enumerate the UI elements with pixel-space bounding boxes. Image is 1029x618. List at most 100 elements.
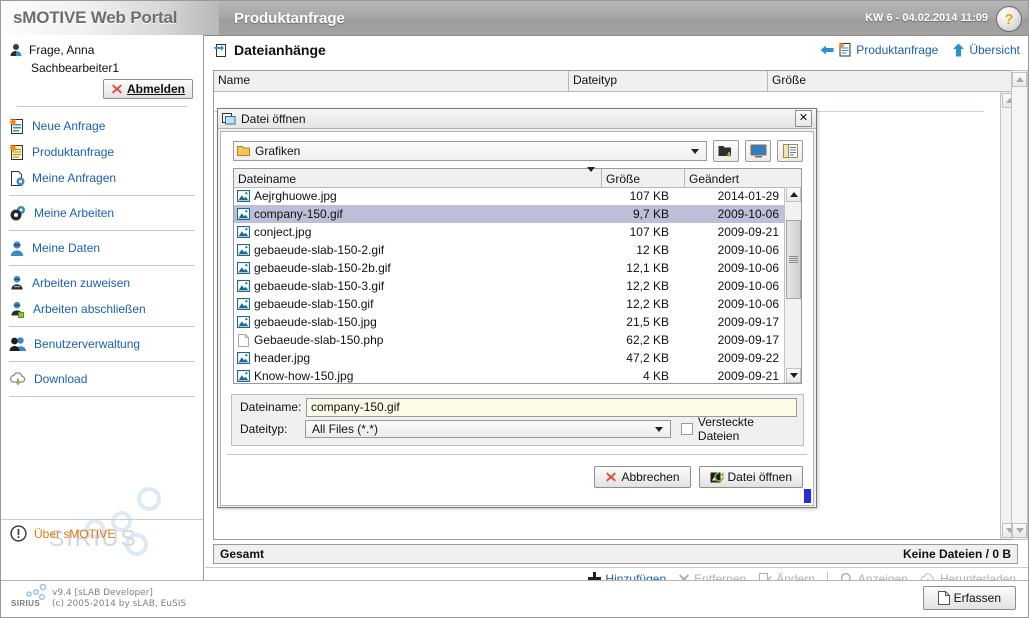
scrollbar-thumb[interactable] (786, 220, 801, 299)
file-list-item[interactable]: gebaeude-slab-150.jpg 21,5 KB 2009-09-17 (234, 313, 785, 331)
scroll-down-button[interactable] (1012, 523, 1027, 538)
brand-area: sMOTIVE Web Portal (1, 1, 219, 35)
main-scrollbar[interactable] (1011, 70, 1028, 540)
filename-input[interactable]: company-150.gif (306, 397, 797, 417)
new-folder-button[interactable] (713, 140, 739, 162)
sidebar-item-arbeiten-abschliessen[interactable]: Arbeiten abschließen (1, 296, 203, 322)
assign-work-icon (9, 275, 25, 292)
sidebar-item-produktanfrage[interactable]: Produktanfrage (1, 139, 203, 165)
version-info: v9.4 [sLAB Developer] (c) 2005-2014 by s… (52, 588, 186, 610)
folder-select[interactable]: Grafiken (233, 141, 707, 161)
file-list-scrollbar[interactable] (784, 187, 801, 383)
attachments-icon (213, 43, 228, 58)
breadcrumb: Produktanfrage Übersicht (820, 42, 1020, 57)
column-header-groesse[interactable]: Größe (602, 169, 685, 187)
file-modified: 2009-09-22 (717, 351, 779, 365)
filetype-select[interactable]: All Files (*.*) (304, 420, 672, 438)
resize-handle[interactable] (804, 489, 811, 503)
image-file-icon (237, 244, 250, 256)
chevron-down-icon[interactable] (651, 420, 667, 438)
file-list-item[interactable]: gebaeude-slab-150-2.gif 12 KB 2009-10-06 (234, 241, 785, 259)
breadcrumb-label: Produktanfrage (856, 42, 939, 57)
column-header-name[interactable]: Name (214, 71, 569, 91)
help-button[interactable]: ? (996, 6, 1022, 32)
user-info: Frage, Anna Sachbearbeiter1 Abmelden (1, 35, 203, 107)
sidebar-item-label: Arbeiten zuweisen (32, 276, 131, 290)
file-list-body[interactable]: Aejrghuowe.jpg 107 KB 2014-01-29 company-15… (234, 187, 785, 383)
user-name: Frage, Anna (29, 42, 95, 57)
cancel-button[interactable]: Abbrechen (594, 466, 691, 488)
totals-value: Keine Dateien / 0 B (902, 547, 1011, 561)
column-header-geaendert[interactable]: Geändert (685, 169, 785, 187)
erfassen-button[interactable]: Erfassen (922, 586, 1016, 610)
filetype-value: All Files (*.*) (311, 422, 378, 436)
column-header-dateityp[interactable]: Dateityp (569, 71, 768, 91)
dialog-buttons: Abbrechen Datei öffnen (594, 466, 803, 488)
file-list-item[interactable]: gebaeude-slab-150.gif 12,2 KB 2009-10-06 (234, 295, 785, 313)
sidebar-item-neue-anfrage[interactable]: Neue Anfrage (1, 113, 203, 139)
column-header-groesse[interactable]: Größe (768, 71, 1017, 91)
file-list-item[interactable]: company-150.gif 9,7 KB 2009-10-06 (234, 205, 785, 223)
table-header-row: Name Dateityp Größe (214, 71, 1017, 92)
file-list-item[interactable]: conject.jpg 107 KB 2009-09-21 (234, 223, 785, 241)
breadcrumb-uebersicht[interactable]: Übersicht (952, 43, 1020, 57)
sidebar-item-meine-daten[interactable]: Meine Daten (1, 235, 203, 261)
desktop-button[interactable] (745, 140, 771, 162)
file-name: gebaeude-slab-150-2.gif (254, 243, 385, 257)
scroll-up-button[interactable] (1012, 72, 1027, 87)
sort-chevron-down-icon (587, 166, 595, 186)
sidebar-item-meine-anfragen[interactable]: Meine Anfragen (1, 165, 203, 191)
file-name: gebaeude-slab-150-3.gif (254, 279, 385, 293)
scroll-up-button[interactable] (786, 187, 801, 202)
open-file-button[interactable]: Datei öffnen (698, 466, 803, 488)
sidebar-item-label: Meine Anfragen (32, 171, 117, 185)
filetype-label: Dateityp: (240, 422, 288, 436)
close-icon[interactable]: ✕ (795, 110, 812, 127)
file-name: header.jpg (254, 351, 311, 365)
breadcrumb-label: Übersicht (969, 42, 1020, 57)
sidebar-item-arbeiten-zuweisen[interactable]: Arbeiten zuweisen (1, 270, 203, 296)
file-list-item[interactable]: Gebaeude-slab-150.php 62,2 KB 2009-09-17 (234, 331, 785, 349)
file-modified: 2009-10-06 (717, 207, 779, 221)
sidebar-item-label: Benutzerverwaltung (34, 337, 141, 351)
about-smotive-link[interactable]: Über sMOTIVE (1, 519, 203, 547)
hidden-files-checkbox[interactable] (681, 423, 693, 435)
file-list-item[interactable]: Know-how-150.jpg 4 KB 2009-09-21 (234, 367, 785, 383)
page-title: Produktanfrage (234, 9, 345, 27)
file-list-item[interactable]: gebaeude-slab-150-2b.gif 12,1 KB 2009-10-0… (234, 259, 785, 277)
document-icon (937, 591, 950, 605)
generic-file-icon (237, 333, 250, 347)
file-name: company-150.gif (254, 207, 343, 221)
divider (9, 195, 195, 196)
image-file-icon (237, 226, 250, 238)
file-list-item[interactable]: gebaeude-slab-150-3.gif 12,2 KB 2009-10-06 (234, 277, 785, 295)
user-data-icon (9, 240, 25, 257)
gears-icon (9, 205, 27, 222)
download-cloud-icon (9, 371, 27, 387)
logout-button[interactable]: Abmelden (102, 79, 193, 99)
file-list-item[interactable]: Aejrghuowe.jpg 107 KB 2014-01-29 (234, 187, 785, 205)
column-header-dateiname[interactable]: Dateiname (234, 166, 602, 187)
file-modified: 2009-10-06 (717, 243, 779, 257)
up-arrow-icon (952, 43, 965, 57)
dialog-titlebar[interactable]: Datei öffnen ✕ (218, 109, 816, 129)
sidebar-nav: Neue Anfrage Produktanfrage Meine Anfrag… (1, 113, 203, 397)
file-list-item[interactable]: header.jpg 47,2 KB 2009-09-22 (234, 349, 785, 367)
sidebar-item-label: Meine Daten (32, 241, 101, 255)
file-size: 12,2 KB (626, 297, 669, 311)
dialog-fields: Dateiname: company-150.gif Dateityp: All… (231, 394, 804, 446)
breadcrumb-produktanfrage[interactable]: Produktanfrage (820, 42, 938, 57)
totals-label: Gesamt (220, 547, 265, 561)
file-size: 47,2 KB (626, 351, 669, 365)
sidebar-item-meine-arbeiten[interactable]: Meine Arbeiten (1, 200, 203, 226)
totals-bar: Gesamt Keine Dateien / 0 B (213, 544, 1018, 564)
sidebar-item-download[interactable]: Download (1, 366, 203, 392)
scroll-down-button[interactable] (786, 368, 801, 383)
chevron-down-icon[interactable] (687, 142, 703, 160)
back-arrow-icon (820, 44, 834, 56)
erfassen-label: Erfassen (953, 591, 1001, 605)
list-view-button[interactable] (777, 140, 803, 162)
image-file-icon (237, 352, 250, 364)
divider (17, 106, 187, 107)
sidebar-item-benutzerverwaltung[interactable]: Benutzerverwaltung (1, 331, 203, 357)
